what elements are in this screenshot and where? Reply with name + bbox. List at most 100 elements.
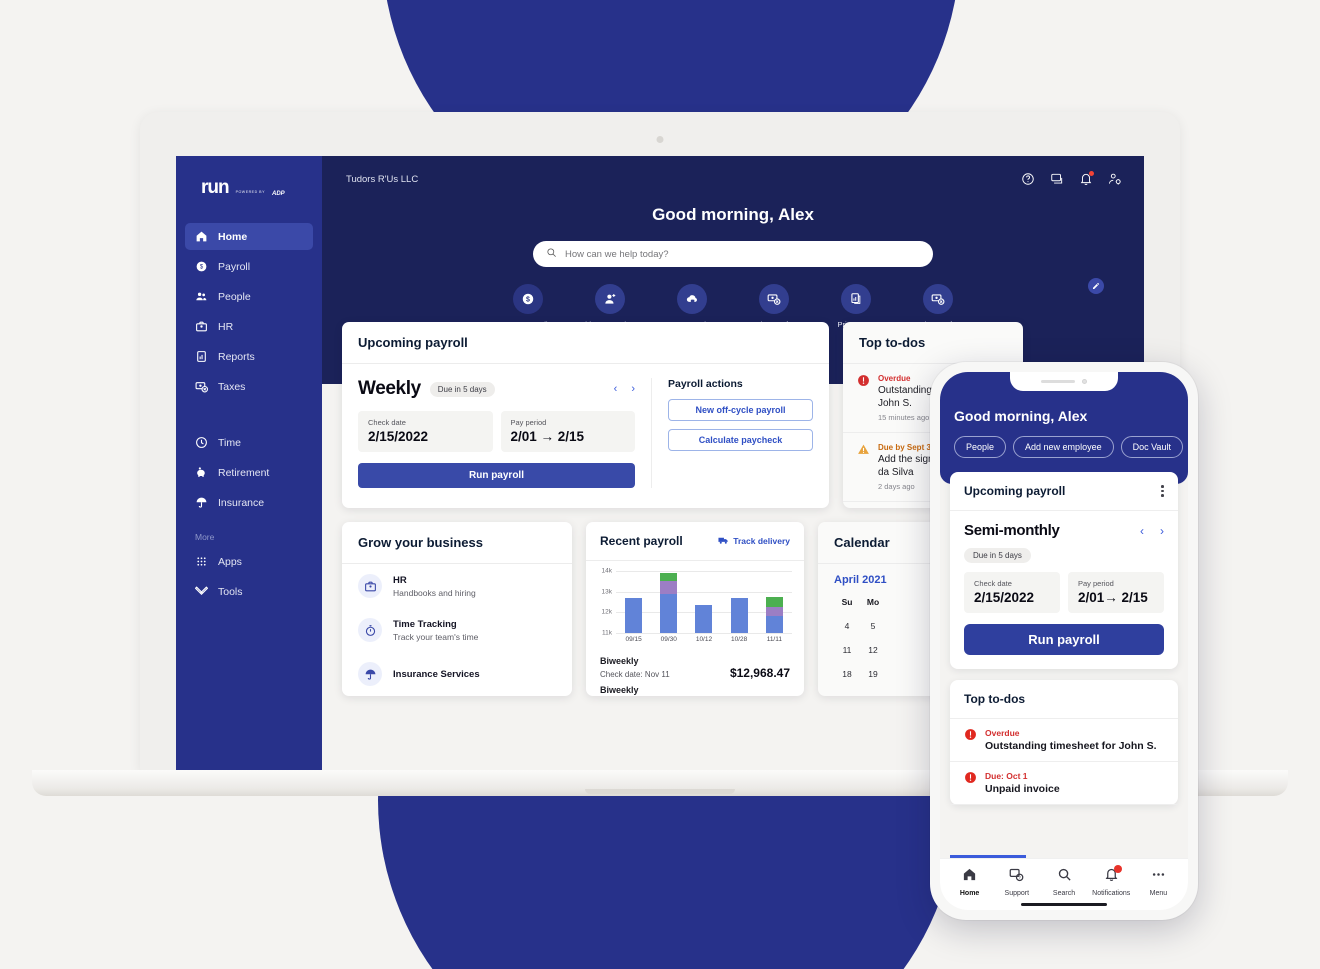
check-date-value: 2/15/2022 xyxy=(368,429,429,444)
adp-logo: ADP xyxy=(271,191,285,197)
search-input-placeholder[interactable]: How can we help today? xyxy=(565,249,669,260)
track-delivery-link[interactable]: Track delivery xyxy=(718,535,790,548)
calendar-day[interactable]: 18 xyxy=(834,662,860,686)
phone-todo-item[interactable]: Overdue Outstanding timesheet for John S… xyxy=(950,719,1178,762)
phone-nav-badge xyxy=(1114,864,1123,873)
payroll-pager: ‹ › xyxy=(614,383,635,395)
chart-bar[interactable] xyxy=(695,605,713,633)
chart-y-tick-label: 12k xyxy=(601,608,612,616)
chart-bars xyxy=(616,571,792,633)
grow-item-time-tracking[interactable]: Time Tracking Track your team's time xyxy=(342,608,572,652)
sidebar-item-time[interactable]: Time xyxy=(185,429,313,456)
tools-icon xyxy=(195,585,208,598)
chart-bar[interactable] xyxy=(765,596,783,633)
phone-chip-doc-vault[interactable]: Doc Vault xyxy=(1120,436,1183,458)
grow-item-insurance[interactable]: Insurance Services xyxy=(342,652,572,696)
grid-apps-icon xyxy=(195,555,208,568)
next-payroll-button[interactable]: › xyxy=(1160,524,1164,538)
header-icon-group xyxy=(1021,171,1122,191)
chart-bar[interactable] xyxy=(625,597,643,633)
sidebar-item-payroll[interactable]: $ Payroll xyxy=(185,253,313,280)
chart-bar[interactable] xyxy=(660,573,678,633)
clock-icon xyxy=(195,436,208,449)
kebab-menu-icon[interactable] xyxy=(1161,485,1164,497)
phone-nav-home[interactable]: Home xyxy=(946,867,993,897)
calendar-day[interactable]: 12 xyxy=(860,638,886,662)
search-icon xyxy=(1058,868,1071,881)
chart-bar-segment xyxy=(765,596,783,608)
phone-todo-content: Overdue Outstanding timesheet for John S… xyxy=(985,728,1157,752)
phone-run-payroll-button[interactable]: Run payroll xyxy=(964,624,1164,655)
phone-nav-notifications[interactable]: Notifications xyxy=(1088,864,1135,897)
phone-device: Good morning, Alex People Add new employ… xyxy=(930,362,1198,920)
grow-item-hr[interactable]: HR Handbooks and hiring xyxy=(342,564,572,608)
phone-nav-menu[interactable]: Menu xyxy=(1135,867,1182,897)
edit-quick-actions-button[interactable] xyxy=(1088,278,1104,294)
pay-period-label: Pay period xyxy=(510,418,547,427)
sidebar-item-label: Home xyxy=(218,230,248,243)
sidebar-item-apps[interactable]: Apps xyxy=(185,548,313,575)
card-title: Upcoming payroll xyxy=(342,322,829,364)
sidebar-item-hr[interactable]: HR xyxy=(185,313,313,340)
new-offcycle-payroll-button[interactable]: New off-cycle payroll xyxy=(668,399,813,421)
sidebar-item-retirement[interactable]: Retirement xyxy=(185,459,313,486)
chart-x-tick-label: 11/11 xyxy=(766,636,782,643)
recent-payroll-row[interactable]: Biweekly Check date: Nov 11 $12,968.47 xyxy=(600,656,790,680)
sidebar-item-label: Reports xyxy=(218,350,255,363)
bar-chart-plot: 11k 12k 13k 14k xyxy=(602,568,792,637)
search-bar[interactable]: How can we help today? xyxy=(533,241,933,267)
phone-speaker xyxy=(1041,379,1075,384)
chart-bar-segment xyxy=(660,593,678,633)
sidebar-item-reports[interactable]: Reports xyxy=(185,343,313,370)
phone-nav-support[interactable]: ? Support xyxy=(993,867,1040,897)
run-payroll-button[interactable]: Run payroll xyxy=(358,463,635,488)
chat-icon[interactable] xyxy=(1050,172,1064,191)
chart-bar[interactable] xyxy=(730,597,748,633)
phone-chip-people[interactable]: People xyxy=(954,436,1007,458)
grow-item-subtitle: Handbooks and hiring xyxy=(393,587,476,598)
phone-scroll-indicator[interactable] xyxy=(950,855,1026,858)
sidebar-item-home[interactable]: Home xyxy=(185,223,313,250)
phone-chip-add-employee[interactable]: Add new employee xyxy=(1013,436,1114,458)
bell-icon[interactable] xyxy=(1079,171,1094,191)
calendar-day[interactable]: 5 xyxy=(860,614,886,638)
check-date-value: 2/15/2022 xyxy=(974,590,1035,605)
chart-bar-segment xyxy=(695,605,713,633)
payroll-row-date: Check date: Nov 11 xyxy=(600,670,670,679)
payroll-row-name: Biweekly xyxy=(600,656,639,666)
check-date-field: Check date 2/15/2022 xyxy=(358,411,493,452)
next-payroll-button[interactable]: › xyxy=(631,383,635,395)
sidebar-more-label: More xyxy=(195,532,215,542)
error-circle-icon xyxy=(857,374,870,387)
brand-logo[interactable]: run POWERED BY ADP xyxy=(176,178,322,197)
greeting-text: Good morning, Alex xyxy=(652,205,814,224)
help-circle-icon[interactable] xyxy=(1021,172,1035,191)
grow-item-title: HR xyxy=(393,574,407,586)
user-settings-icon[interactable] xyxy=(1108,172,1122,191)
phone-check-date-field: Check date 2/15/2022 xyxy=(964,572,1060,613)
prev-payroll-button[interactable]: ‹ xyxy=(614,383,618,395)
sidebar-item-taxes[interactable]: Taxes xyxy=(185,373,313,400)
briefcase-icon xyxy=(358,574,382,598)
card-title: Top to-dos xyxy=(964,692,1026,706)
phone-todo-item[interactable]: Due: Oct 1 Unpaid invoice xyxy=(950,762,1178,805)
phone-screen: Good morning, Alex People Add new employ… xyxy=(940,372,1188,910)
calendar-day[interactable]: 19 xyxy=(860,662,886,686)
calculate-paycheck-button[interactable]: Calculate paycheck xyxy=(668,429,813,451)
sidebar-item-insurance[interactable]: Insurance xyxy=(185,489,313,516)
sidebar-item-tools[interactable]: Tools xyxy=(185,578,313,605)
phone-payroll-body: Semi-monthly ‹ › Due in 5 days Check dat… xyxy=(950,511,1178,669)
recent-payroll-rows: Biweekly Check date: Nov 11 $12,968.47 B… xyxy=(586,645,804,695)
prev-payroll-button[interactable]: ‹ xyxy=(1140,524,1144,538)
sidebar-item-label: Insurance xyxy=(218,496,265,509)
piggy-bank-icon xyxy=(195,466,208,479)
calendar-day[interactable]: 11 xyxy=(834,638,860,662)
people-icon xyxy=(195,290,208,303)
sidebar-item-people[interactable]: People xyxy=(185,283,313,310)
sidebar-item-label: Apps xyxy=(218,555,242,568)
phone-nav-search[interactable]: Search xyxy=(1040,867,1087,897)
pay-period-value: 2/01 → 2/15 xyxy=(510,429,585,444)
grow-item-title: Insurance Services xyxy=(393,668,480,680)
calendar-day[interactable]: 4 xyxy=(834,614,860,638)
phone-frequency-row: Semi-monthly ‹ › xyxy=(964,522,1164,539)
